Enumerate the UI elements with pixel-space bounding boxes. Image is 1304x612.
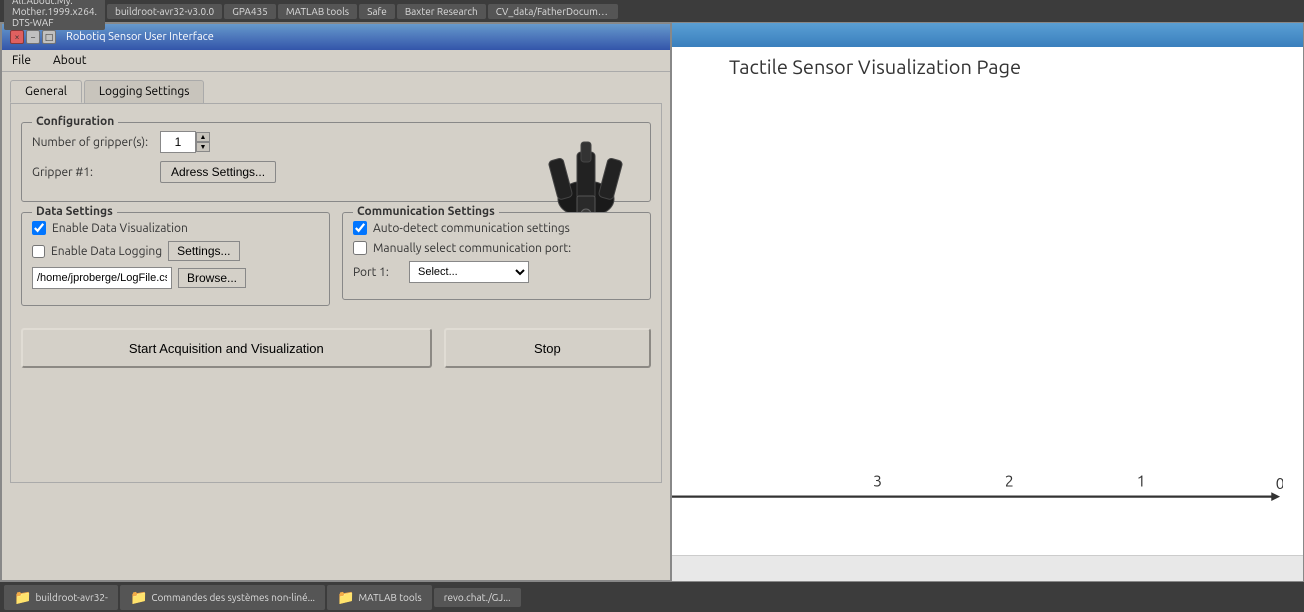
num-grippers-label: Number of gripper(s): xyxy=(32,136,152,149)
svg-text:1: 1 xyxy=(1137,472,1146,490)
tabs: General Logging Settings xyxy=(10,80,662,103)
taskbar-bottom-label-4: revo.chat./GJ... xyxy=(444,592,511,603)
taskbar-top: All.About.My.Mother.1999.x264.DTS-WAF bu… xyxy=(0,0,1304,22)
communication-settings-section: Communication Settings Auto-detect commu… xyxy=(342,212,651,300)
tab-general[interactable]: General xyxy=(10,80,82,103)
enable-visualization-checkbox[interactable] xyxy=(32,221,46,235)
auto-detect-checkbox[interactable] xyxy=(353,221,367,235)
taskbar-bottom-label-3: MATLAB tools xyxy=(358,592,421,603)
filepath-row: Browse... xyxy=(32,267,319,289)
num-grippers-down[interactable]: ▼ xyxy=(196,142,210,152)
taskbar-item-6[interactable]: Baxter Research xyxy=(397,4,486,19)
folder-icon-3: 📁 xyxy=(337,589,354,606)
folder-icon-1: 📁 xyxy=(14,589,31,606)
robotiq-min-btn[interactable]: − xyxy=(26,30,40,44)
taskbar-item-2[interactable]: buildroot-avr32-v3.0.0 xyxy=(107,4,222,19)
num-grippers-input[interactable] xyxy=(160,131,196,153)
action-buttons: Start Acquisition and Visualization Stop xyxy=(21,328,651,368)
communication-settings-legend: Communication Settings xyxy=(353,205,499,218)
data-settings-col: Data Settings Enable Data Visualization … xyxy=(21,212,330,316)
auto-detect-label: Auto-detect communication settings xyxy=(373,222,570,235)
robotiq-window: × − □ Robotiq Sensor User Interface File… xyxy=(0,22,672,582)
taskbar-bottom-label-2: Commandes des systèmes non-liné... xyxy=(151,592,315,603)
enable-logging-label: Enable Data Logging xyxy=(51,245,162,258)
enable-visualization-label: Enable Data Visualization xyxy=(52,222,188,235)
data-settings-section: Data Settings Enable Data Visualization … xyxy=(21,212,330,306)
menu-file[interactable]: File xyxy=(6,52,37,69)
robotiq-menubar: File About xyxy=(2,50,670,72)
browse-btn[interactable]: Browse... xyxy=(178,268,246,288)
taskbar-bottom: 📁 buildroot-avr32- 📁 Commandes des systè… xyxy=(0,582,1304,612)
manual-select-row: Manually select communication port: xyxy=(353,241,640,255)
filepath-input[interactable] xyxy=(32,267,172,289)
menu-about[interactable]: About xyxy=(47,52,92,69)
enable-logging-row: Enable Data Logging Settings... xyxy=(32,241,319,261)
port-select[interactable]: Select... /dev/ttyUSB0 /dev/ttyUSB1 COM1… xyxy=(409,261,529,283)
auto-detect-row: Auto-detect communication settings xyxy=(353,221,640,235)
svg-text:0: 0 xyxy=(1276,475,1283,493)
taskbar-item-3[interactable]: GPA435 xyxy=(224,4,276,19)
robotiq-title-buttons: × − □ xyxy=(10,30,56,44)
manual-select-label: Manually select communication port: xyxy=(373,242,571,255)
taskbar-bottom-item-4[interactable]: revo.chat./GJ... xyxy=(434,588,521,607)
taskbar-item-5[interactable]: Safe xyxy=(359,4,395,19)
tab-panel-general: Configuration Number of gripper(s): ▲ ▼ … xyxy=(10,103,662,483)
taskbar-item-7[interactable]: CV_data/FatherDocument xyxy=(488,4,618,19)
num-grippers-up[interactable]: ▲ xyxy=(196,132,210,142)
robotiq-max-btn[interactable]: □ xyxy=(42,30,56,44)
configuration-legend: Configuration xyxy=(32,115,118,128)
taskbar-bottom-item-2[interactable]: 📁 Commandes des systèmes non-liné... xyxy=(120,585,325,610)
manual-select-checkbox[interactable] xyxy=(353,241,367,255)
svg-text:3: 3 xyxy=(873,472,882,490)
num-grippers-spinner: ▲ ▼ xyxy=(160,131,210,153)
port-label: Port 1: xyxy=(353,266,403,279)
port-row: Port 1: Select... /dev/ttyUSB0 /dev/ttyU… xyxy=(353,261,640,283)
svg-text:2: 2 xyxy=(1005,472,1014,490)
data-settings-legend: Data Settings xyxy=(32,205,117,218)
taskbar-item-4[interactable]: MATLAB tools xyxy=(278,4,357,19)
robotiq-main: General Logging Settings Configuration N… xyxy=(2,72,670,580)
communication-settings-col: Communication Settings Auto-detect commu… xyxy=(342,212,651,316)
enable-logging-checkbox[interactable] xyxy=(32,245,45,258)
data-settings-btn[interactable]: Settings... xyxy=(168,241,239,261)
tab-logging[interactable]: Logging Settings xyxy=(84,80,205,103)
settings-row: Data Settings Enable Data Visualization … xyxy=(21,212,651,316)
gripper-image-container xyxy=(531,124,641,224)
gripper-image xyxy=(531,124,641,224)
folder-icon-2: 📁 xyxy=(130,589,147,606)
robotiq-close-btn[interactable]: × xyxy=(10,30,24,44)
taskbar-item-1[interactable]: All.About.My.Mother.1999.x264.DTS-WAF xyxy=(4,0,105,30)
robotiq-title-text: Robotiq Sensor User Interface xyxy=(66,31,214,43)
taskbar-bottom-item-3[interactable]: 📁 MATLAB tools xyxy=(327,585,432,610)
addr-settings-btn[interactable]: Adress Settings... xyxy=(160,161,276,183)
gripper-label: Gripper #1: xyxy=(32,166,152,179)
stop-btn[interactable]: Stop xyxy=(444,328,651,368)
taskbar-bottom-item-1[interactable]: 📁 buildroot-avr32- xyxy=(4,585,118,610)
taskbar-bottom-label-1: buildroot-avr32- xyxy=(35,592,108,603)
start-acquisition-btn[interactable]: Start Acquisition and Visualization xyxy=(21,328,432,368)
enable-visualization-row: Enable Data Visualization xyxy=(32,221,319,235)
